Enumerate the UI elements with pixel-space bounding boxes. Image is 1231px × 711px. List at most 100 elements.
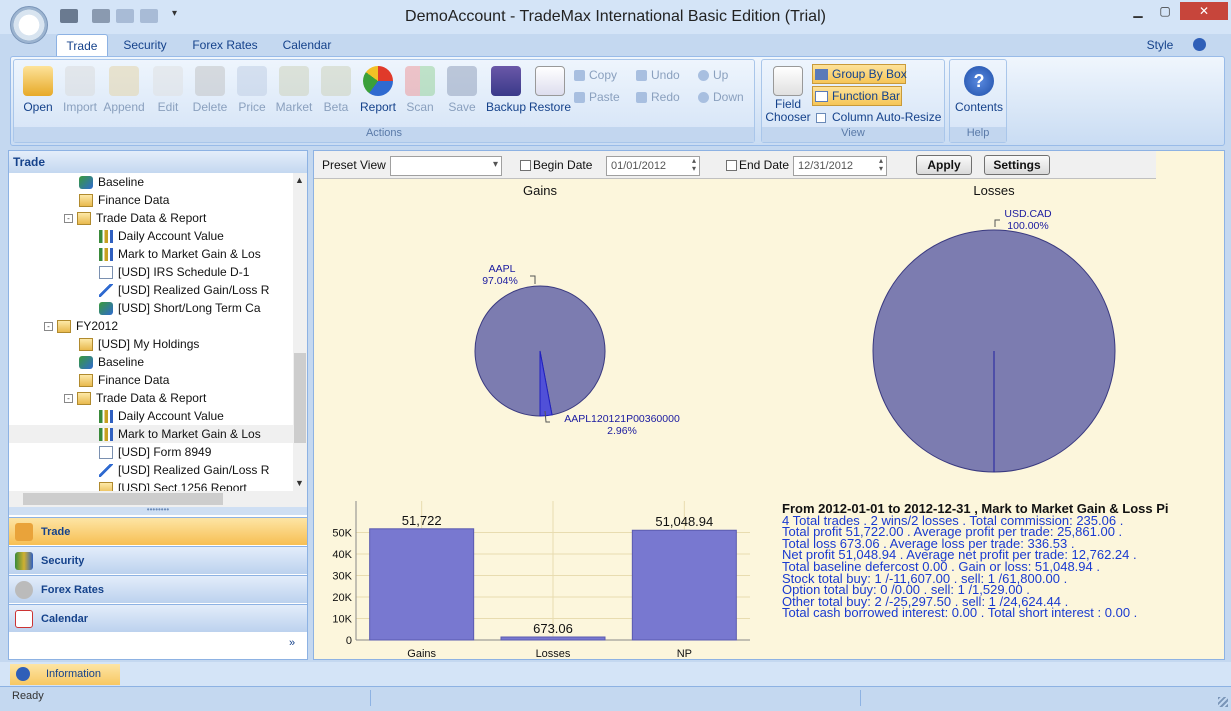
open-button[interactable]: Open: [18, 64, 58, 124]
tree-item[interactable]: Mark to Market Gain & Los: [9, 425, 293, 443]
scroll-thumb-horizontal[interactable]: [23, 493, 223, 505]
down-button[interactable]: Down: [698, 90, 744, 108]
scroll-up-icon[interactable]: ▲: [295, 175, 304, 185]
y-tick-label: 40K: [332, 549, 352, 561]
market-button[interactable]: Market: [274, 64, 314, 124]
style-menu[interactable]: Style: [1140, 34, 1180, 56]
tree-item[interactable]: - FY2012: [9, 317, 293, 335]
help-small-icon[interactable]: [1193, 38, 1206, 51]
preset-view-select[interactable]: ▾: [390, 156, 502, 176]
backup-button[interactable]: Backup: [484, 64, 528, 124]
nav-security[interactable]: Security: [9, 546, 307, 574]
nav-overflow-chevron-icon[interactable]: »: [289, 637, 295, 649]
nav-forex-rates[interactable]: Forex Rates: [9, 575, 307, 603]
collapse-icon[interactable]: -: [64, 394, 73, 404]
tree-item[interactable]: - Trade Data & Report: [9, 209, 293, 227]
information-tab[interactable]: Information: [10, 664, 120, 685]
bar[interactable]: [631, 529, 737, 641]
view-group: Field Chooser Group By Box Function Bar …: [761, 59, 945, 143]
date-spinner-icon[interactable]: ▴ ▾: [879, 157, 883, 173]
restore-button[interactable]: Restore: [528, 64, 572, 124]
scroll-thumb[interactable]: [294, 353, 306, 443]
import-button[interactable]: Import: [60, 64, 100, 124]
group-by-box-button[interactable]: Group By Box: [812, 64, 907, 84]
tree-item[interactable]: [USD] Form 8949: [9, 443, 293, 461]
nav-calendar[interactable]: Calendar: [9, 604, 307, 632]
settings-button[interactable]: Settings: [984, 155, 1050, 175]
tree-item[interactable]: - Trade Data & Report: [9, 389, 293, 407]
line-icon: [99, 464, 113, 478]
save-button[interactable]: Save: [442, 64, 482, 124]
gains-pie: [474, 285, 606, 417]
tree-vertical-scrollbar[interactable]: ▲ ▼: [293, 173, 307, 491]
minimize-button[interactable]: ▁: [1125, 2, 1151, 20]
tab-forex-rates[interactable]: Forex Rates: [186, 34, 264, 56]
append-button[interactable]: Append: [102, 64, 146, 124]
collapse-icon[interactable]: -: [44, 322, 53, 332]
tab-calendar[interactable]: Calendar: [274, 34, 340, 56]
scan-button[interactable]: Scan: [400, 64, 440, 124]
nav-trade[interactable]: Trade: [9, 517, 307, 545]
column-auto-resize-checkbox[interactable]: [816, 112, 826, 123]
tab-trade[interactable]: Trade: [56, 34, 108, 56]
begin-date-input[interactable]: 01/01/2012 ▴ ▾: [606, 156, 700, 176]
bar-icon: [99, 230, 113, 244]
begin-date-checkbox[interactable]: [520, 160, 531, 171]
summary-bar-chart: 0 10K 20K 30K 40K 50K 51,722 Gains 673.06 Losses 5…: [332, 501, 750, 659]
tree-item[interactable]: Daily Account Value: [9, 407, 293, 425]
edit-button[interactable]: Edit: [148, 64, 188, 124]
redo-button[interactable]: Redo: [636, 90, 680, 108]
tree-item[interactable]: Finance Data: [9, 191, 293, 209]
undo-icon: [636, 70, 647, 82]
delete-button[interactable]: Delete: [190, 64, 230, 124]
app-logo-icon[interactable]: [10, 6, 48, 44]
resize-grip-icon[interactable]: [1218, 697, 1228, 707]
end-date-input[interactable]: 12/31/2012 ▴ ▾: [793, 156, 887, 176]
up-button[interactable]: Up: [698, 68, 728, 86]
losses-pie: [872, 229, 1116, 473]
price-button[interactable]: Price: [232, 64, 272, 124]
scroll-down-icon[interactable]: ▼: [295, 478, 304, 488]
report-button[interactable]: Report: [358, 64, 398, 124]
close-button[interactable]: ✕: [1180, 2, 1228, 20]
pie-label-value: 2.96%: [607, 425, 637, 437]
field-chooser-button[interactable]: Field Chooser: [764, 64, 812, 124]
pie-label-name: AAPL: [489, 263, 516, 275]
tree-item[interactable]: [USD] Realized Gain/Loss R: [9, 461, 293, 479]
help-caption: Help: [950, 127, 1006, 142]
tree-item[interactable]: [USD] Short/Long Term Ca: [9, 299, 293, 317]
tree-item[interactable]: [USD] My Holdings: [9, 335, 293, 353]
tree-item[interactable]: Baseline: [9, 353, 293, 371]
home-icon: [15, 523, 33, 541]
tree-item-label: Daily Account Value: [118, 409, 224, 423]
tree-item-label: [USD] Form 8949: [118, 445, 212, 459]
column-auto-resize-toggle[interactable]: Column Auto-Resize: [816, 110, 941, 124]
undo-button[interactable]: Undo: [636, 68, 680, 86]
tree-item[interactable]: [USD] Realized Gain/Loss R: [9, 281, 293, 299]
pie-label-usdcad: USD.CAD 100.00%: [994, 208, 1052, 232]
bar[interactable]: [500, 636, 606, 641]
splitter[interactable]: ••••••••: [9, 506, 307, 515]
beta-button[interactable]: Beta: [316, 64, 356, 124]
tree-item[interactable]: [USD] IRS Schedule D-1: [9, 263, 293, 281]
tree-item[interactable]: Daily Account Value: [9, 227, 293, 245]
tree-item[interactable]: Baseline: [9, 173, 293, 191]
tree-item[interactable]: Finance Data: [9, 371, 293, 389]
tree-item[interactable]: Mark to Market Gain & Los: [9, 245, 293, 263]
end-date-checkbox[interactable]: [726, 160, 737, 171]
bar[interactable]: [369, 528, 475, 641]
line-icon: [99, 284, 113, 298]
tree-item[interactable]: [USD] Sect.1256 Report: [9, 479, 293, 491]
paste-button[interactable]: Paste: [574, 90, 620, 108]
calendar-icon: [15, 610, 33, 628]
forex-icon: [15, 581, 33, 599]
function-bar-button[interactable]: Function Bar: [812, 86, 902, 106]
date-spinner-icon[interactable]: ▴ ▾: [692, 157, 696, 173]
copy-button[interactable]: Copy: [574, 68, 617, 86]
contents-button[interactable]: ? Contents: [952, 64, 1006, 124]
tab-security[interactable]: Security: [116, 34, 174, 56]
maximize-button[interactable]: ▢: [1152, 2, 1178, 20]
apply-button[interactable]: Apply: [916, 155, 972, 175]
collapse-icon[interactable]: -: [64, 214, 73, 224]
cube-icon: [99, 302, 113, 316]
